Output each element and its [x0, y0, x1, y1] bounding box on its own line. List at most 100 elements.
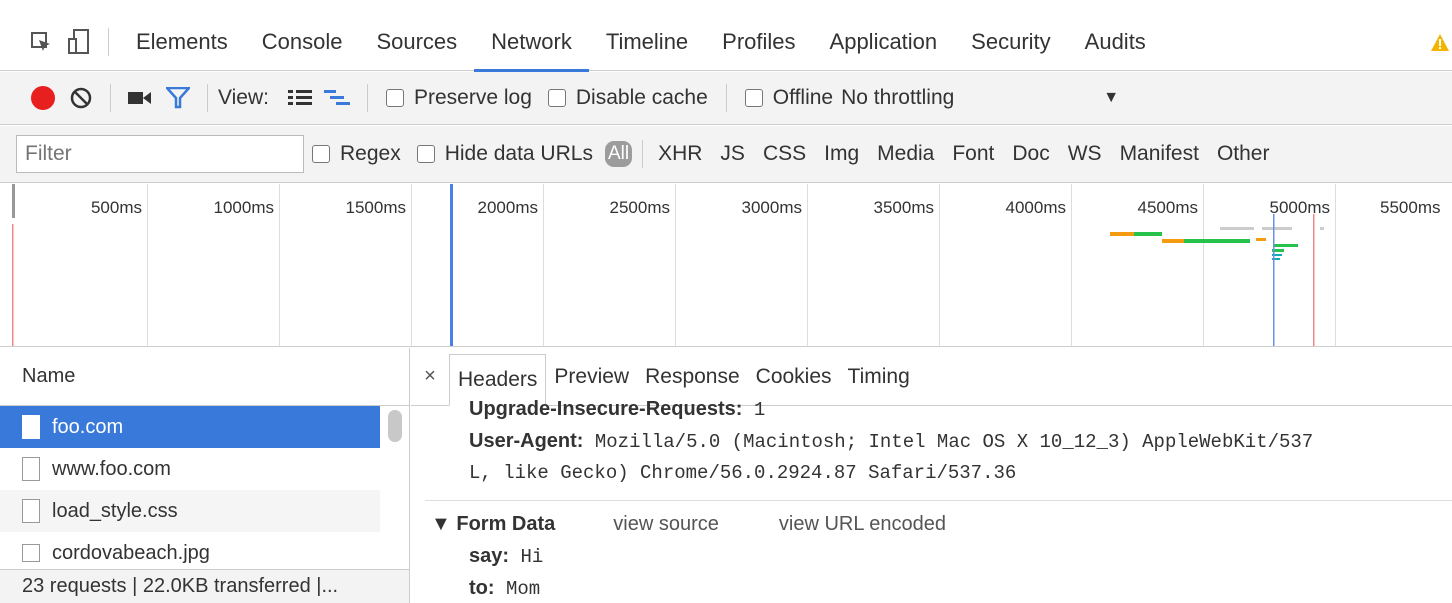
checkbox-box[interactable] [416, 145, 435, 163]
header-row: Upgrade-Insecure-Requests: 1 [469, 398, 1452, 424]
tab-security[interactable]: Security [954, 14, 1067, 71]
header-key: Upgrade-Insecure-Requests: [469, 398, 743, 420]
scrollbar-thumb[interactable] [388, 410, 402, 442]
headers-content: Upgrade-Insecure-Requests: 1 User-Agent:… [411, 398, 1452, 488]
form-field-value: Mom [505, 578, 541, 600]
tab-response[interactable]: Response [637, 348, 748, 406]
selection-handle [12, 184, 15, 218]
request-name: foo.com [52, 415, 124, 438]
record-icon[interactable] [24, 78, 62, 118]
header-value-continued: L, like Gecko) Chrome/56.0.2924.87 Safar… [469, 462, 1017, 484]
tab-profiles[interactable]: Profiles [705, 14, 812, 71]
preserve-log-checkbox[interactable]: Preserve log [385, 86, 532, 110]
preserve-log-label: Preserve log [413, 86, 532, 109]
filter-doc[interactable]: Doc [1012, 142, 1049, 166]
filter-media[interactable]: Media [877, 142, 934, 166]
tab-cookies[interactable]: Cookies [748, 348, 840, 406]
request-name: load_style.css [52, 499, 178, 522]
tab-timeline[interactable]: Timeline [589, 14, 705, 71]
hide-data-urls-checkbox[interactable]: Hide data URLs [416, 142, 593, 166]
filter-manifest[interactable]: Manifest [1120, 142, 1199, 166]
network-overview[interactable]: 500ms 1000ms 1500ms 2000ms 2500ms 3000ms… [0, 184, 1452, 347]
request-bar [1256, 238, 1266, 241]
separator [366, 84, 368, 112]
offline-label: Offline [772, 86, 834, 109]
tab-elements[interactable]: Elements [119, 14, 245, 71]
tab-network[interactable]: Network [474, 14, 589, 72]
image-icon [22, 544, 40, 562]
status-summary: 23 requests | 22.0KB transferred |... [0, 569, 409, 603]
form-field-row: say: Hi [469, 540, 1452, 572]
disable-cache-checkbox[interactable]: Disable cache [547, 86, 708, 110]
tab-preview[interactable]: Preview [546, 348, 637, 406]
header-row: User-Agent: Mozilla/5.0 (Macintosh; Inte… [469, 424, 1452, 458]
list-item[interactable]: load_style.css [0, 490, 380, 532]
request-bar [1110, 232, 1134, 236]
request-bar [1220, 227, 1254, 230]
inspect-element-icon[interactable] [22, 22, 60, 62]
form-field-value: Hi [520, 546, 544, 568]
filter-xhr[interactable]: XHR [658, 142, 702, 166]
throttling-value: No throttling [841, 86, 955, 109]
devtools-tab-bar: Elements Console Sources Network Timelin… [0, 14, 1452, 72]
checkbox-box[interactable] [385, 89, 404, 107]
request-bar [1274, 244, 1298, 247]
list-item[interactable]: www.foo.com [0, 448, 380, 490]
filter-input[interactable] [16, 135, 304, 173]
load-marker [12, 224, 14, 346]
stylesheet-icon [22, 499, 40, 523]
request-bar [1320, 227, 1324, 230]
view-source-link[interactable]: view source [613, 513, 719, 536]
hide-data-urls-label: Hide data URLs [444, 142, 593, 165]
regex-checkbox[interactable]: Regex [312, 142, 401, 166]
checkbox-box[interactable] [744, 89, 763, 107]
domcontentloaded-marker [1273, 214, 1275, 346]
checkbox-box[interactable] [312, 145, 330, 163]
name-column-header[interactable]: Name [0, 348, 409, 406]
separator [110, 84, 111, 112]
screenshot-camera-icon[interactable] [121, 78, 159, 118]
separator [725, 84, 727, 112]
tab-timing[interactable]: Timing [840, 348, 918, 406]
offline-checkbox[interactable]: Offline [744, 86, 834, 110]
chevron-down-icon: ▼ [1103, 89, 1120, 106]
window-handle [450, 184, 453, 346]
tab-audits[interactable]: Audits [1068, 14, 1163, 71]
header-key: User-Agent: [469, 430, 584, 452]
filter-other[interactable]: Other [1217, 142, 1270, 166]
view-url-encoded-link[interactable]: view URL encoded [779, 513, 946, 536]
list-item[interactable]: cordovabeach.jpg [0, 532, 380, 574]
filter-img[interactable]: Img [824, 142, 859, 166]
form-data-title[interactable]: ▼ Form Data [431, 513, 555, 536]
separator [207, 84, 208, 112]
filter-all[interactable]: All [604, 141, 633, 167]
checkbox-box[interactable] [547, 89, 566, 107]
network-panel-body: Name foo.com www.foo.com load_style.css … [0, 348, 1452, 603]
close-icon[interactable]: × [411, 365, 449, 388]
tab-sources[interactable]: Sources [359, 14, 474, 71]
filter-js[interactable]: JS [720, 142, 745, 166]
filter-css[interactable]: CSS [763, 142, 806, 166]
tab-console[interactable]: Console [245, 14, 360, 71]
request-list: Name foo.com www.foo.com load_style.css … [0, 348, 410, 603]
warning-icon[interactable] [1430, 14, 1452, 71]
filter-funnel-icon[interactable] [159, 78, 197, 118]
list-item[interactable]: foo.com [0, 406, 380, 448]
disable-cache-label: Disable cache [575, 86, 708, 109]
filter-font[interactable]: Font [952, 142, 994, 166]
form-field-key: say: [469, 545, 510, 567]
clear-icon[interactable] [62, 78, 100, 118]
header-value: Mozilla/5.0 (Macintosh; Intel Mac OS X 1… [594, 431, 1314, 453]
device-toolbar-icon[interactable] [60, 22, 98, 62]
large-rows-icon[interactable] [281, 78, 319, 118]
form-data-content: say: Hi to: Mom [411, 540, 1452, 603]
regex-label: Regex [340, 142, 401, 165]
waterfall-view-icon[interactable] [319, 78, 357, 118]
filter-bar: Regex Hide data URLs All XHR JS CSS Img … [0, 126, 1452, 183]
tab-application[interactable]: Application [813, 14, 955, 71]
filter-ws[interactable]: WS [1068, 142, 1102, 166]
throttling-select[interactable]: No throttling ▼ [841, 86, 1121, 110]
request-details: × Headers Preview Response Cookies Timin… [411, 348, 1452, 603]
form-field-row: to: Mom [469, 572, 1452, 603]
separator [642, 140, 644, 168]
